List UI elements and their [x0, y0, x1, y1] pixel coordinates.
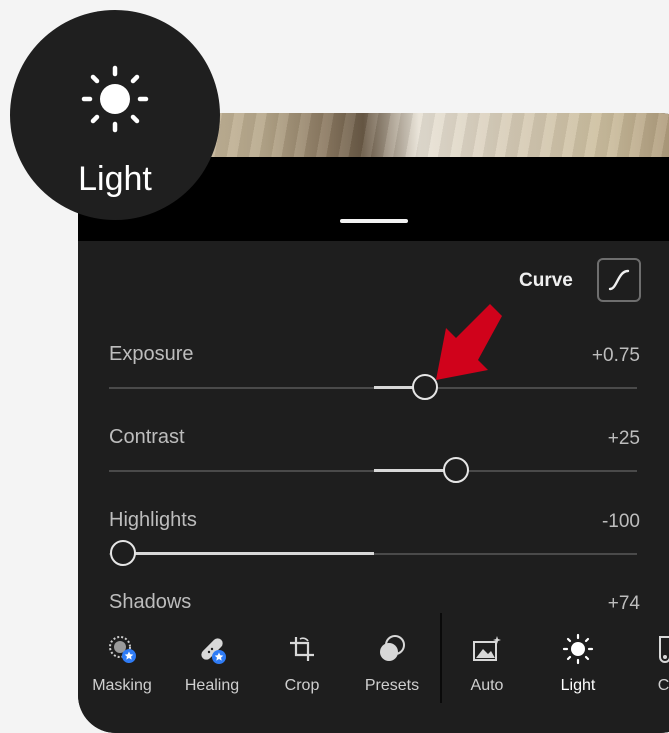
- highlights-fill: [119, 552, 374, 555]
- curve-button[interactable]: [597, 258, 641, 302]
- shadows-value: +74: [607, 593, 640, 614]
- tool-masking-label: Masking: [92, 677, 152, 694]
- healing-bandage-icon: [196, 633, 228, 665]
- tool-light-label: Light: [560, 677, 596, 694]
- curve-label: Curve: [519, 270, 573, 291]
- tool-auto[interactable]: Auto: [447, 613, 527, 695]
- bottom-toolbar: Masking Healing Crop Presets Auto Light …: [78, 613, 669, 733]
- exposure-slider[interactable]: [109, 374, 637, 400]
- highlights-value: -100: [601, 511, 640, 532]
- tool-presets[interactable]: Presets: [352, 613, 432, 695]
- tool-color[interactable]: Co: [628, 613, 669, 695]
- tool-presets-label: Presets: [364, 677, 420, 694]
- light-panel: Curve Exposure +0.75 Contrast +25 Highli…: [78, 241, 669, 614]
- tool-healing-label: Healing: [184, 677, 240, 694]
- tone-curve-icon: [608, 269, 630, 291]
- presets-icon: [376, 633, 408, 665]
- color-icon: [652, 633, 669, 665]
- highlights-knob[interactable]: [110, 540, 136, 566]
- sun-icon: [81, 65, 149, 133]
- highlights-slider[interactable]: [109, 540, 637, 566]
- tool-crop-label: Crop: [284, 677, 320, 694]
- callout-label: Light: [78, 160, 152, 198]
- auto-image-icon: [471, 633, 503, 665]
- tool-color-label: Co: [657, 677, 669, 694]
- contrast-fill: [374, 469, 454, 472]
- sun-icon: [562, 633, 594, 665]
- tool-auto-label: Auto: [470, 677, 504, 694]
- exposure-value: +0.75: [591, 345, 640, 366]
- contrast-slider[interactable]: [109, 457, 637, 483]
- masking-icon: [106, 633, 138, 665]
- light-callout: Light: [10, 10, 220, 220]
- tool-crop[interactable]: Crop: [262, 613, 342, 695]
- tool-masking[interactable]: Masking: [82, 613, 162, 695]
- highlights-label: Highlights: [109, 509, 197, 531]
- exposure-label: Exposure: [109, 343, 194, 365]
- crop-icon: [286, 633, 318, 665]
- toolbar-divider: [440, 613, 442, 703]
- contrast-knob[interactable]: [443, 457, 469, 483]
- tool-healing[interactable]: Healing: [172, 613, 252, 695]
- tool-light[interactable]: Light: [538, 613, 618, 695]
- contrast-value: +25: [607, 428, 640, 449]
- sheet-grabber[interactable]: [340, 219, 408, 223]
- contrast-label: Contrast: [109, 426, 185, 448]
- shadows-label: Shadows: [109, 591, 192, 613]
- red-arrow-icon: [436, 304, 502, 380]
